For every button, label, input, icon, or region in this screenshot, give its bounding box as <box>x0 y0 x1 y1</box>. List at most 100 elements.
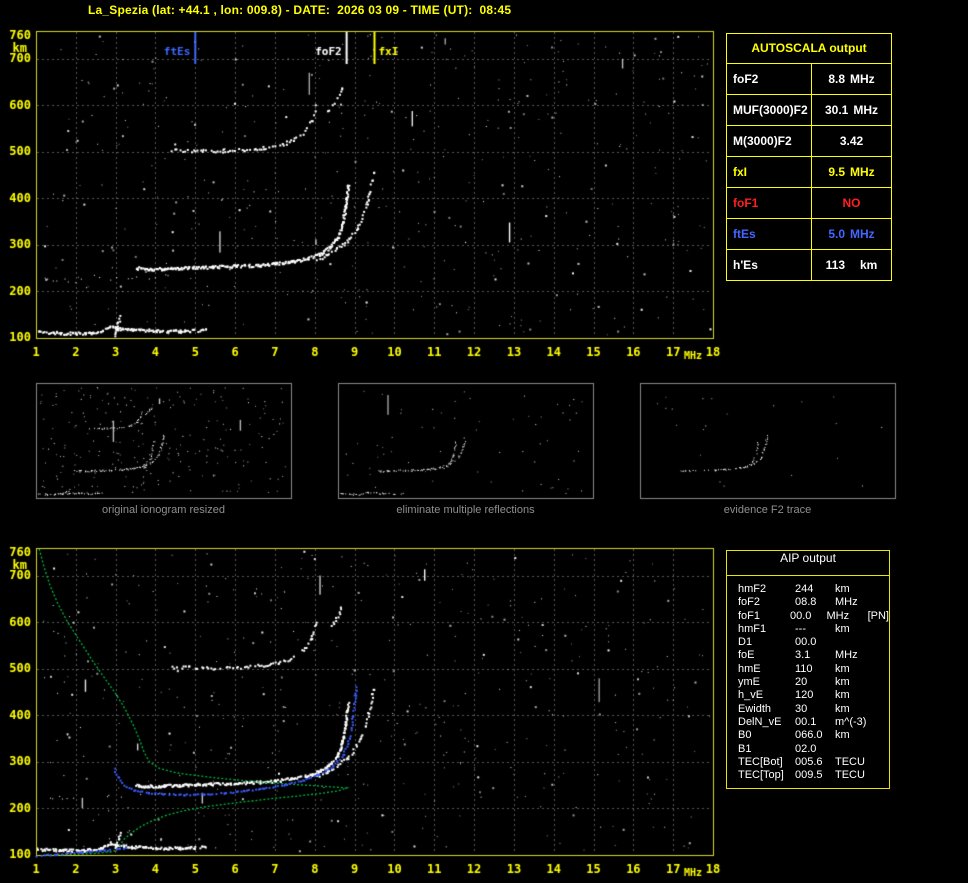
value-unit: MHz <box>853 103 879 117</box>
aip-row-value: 005.6 <box>795 755 823 768</box>
autoscala-row-label: h'Es <box>727 250 812 280</box>
aip-row-unit: km <box>835 676 850 689</box>
autoscala-row: h'Es 113 km <box>727 250 891 280</box>
value-unit: MHz <box>850 227 875 241</box>
aip-row-unit: MHz <box>835 596 858 609</box>
autoscala-row: ftEs 5.0 MHz <box>727 219 891 250</box>
station-header: La_Spezia (lat: +44.1 , lon: 009.8) - DA… <box>88 3 512 17</box>
aip-row: foF1 00.0 MHz [PN] <box>738 610 889 623</box>
aip-row-value: 009.5 <box>795 769 823 782</box>
aip-row-unit: TECU <box>835 769 865 782</box>
value-number: 5.0 <box>828 227 845 241</box>
aip-row: h_vE 120 km <box>738 689 889 702</box>
aip-output-table: AIP output hmF2 244 km foF2 08.8 MHz foF1 00.0 M… <box>726 550 890 789</box>
aip-row-unit: MHz <box>835 649 858 662</box>
aip-row-unit: km <box>835 622 850 635</box>
aip-row-value: 120 <box>795 689 814 702</box>
value-number: 8.8 <box>828 72 845 86</box>
autoscala-row: MUF(3000)F2 30.1 MHz <box>727 95 891 126</box>
aip-row-unit: km <box>835 702 850 715</box>
aip-row-value: --- <box>795 622 806 635</box>
aip-row: hmF1 --- km <box>738 623 889 636</box>
autoscala-row: foF1 NO <box>727 188 891 219</box>
aip-row-value: 00.0 <box>790 609 812 622</box>
aip-row-name: h_vE <box>738 689 764 702</box>
aip-row-name: ymE <box>738 676 760 689</box>
autoscala-output-title: AUTOSCALA output <box>727 34 891 64</box>
autoscala-row: fxI 9.5 MHz <box>727 157 891 188</box>
aip-row-name: hmF2 <box>738 583 767 595</box>
autoscala-row-label: MUF(3000)F2 <box>727 95 812 125</box>
aip-row-unit: km <box>835 729 850 742</box>
value-number: 113 <box>825 258 845 272</box>
aip-row: foF2 08.8 MHz <box>738 596 889 609</box>
aip-row-value: 02.0 <box>795 742 817 755</box>
aip-row: ymE 20 km <box>738 676 889 689</box>
aip-row: Ewidth 30 km <box>738 703 889 716</box>
mini-panel-caption-original: original ionogram resized <box>102 504 225 516</box>
aip-row: B0 066.0 km <box>738 729 889 742</box>
aip-row-unit: TECU <box>835 755 865 768</box>
aip-row-name: Ewidth <box>738 702 772 715</box>
aip-row-value: 3.1 <box>795 649 811 662</box>
mini-panel-caption-eliminate: eliminate multiple reflections <box>396 504 535 516</box>
aip-row-value: 08.8 <box>795 596 817 609</box>
autoscala-row-value: 5.0 MHz <box>812 219 891 249</box>
aip-row-unit: km <box>835 662 850 675</box>
autoscala-output-table: AUTOSCALA output foF2 8.8 MHz MUF(3000)F2 30… <box>726 33 892 281</box>
aip-row-unit: MHz <box>826 609 850 622</box>
aip-row: hmF2 244 km <box>738 583 889 596</box>
autoscala-row-value: 3.42 <box>812 126 891 156</box>
autoscala-row-label: foF1 <box>727 188 812 218</box>
autoscala-row: M(3000)F2 3.42 <box>727 126 891 157</box>
aip-row-unit: km <box>835 689 850 702</box>
aip-row: D1 00.0 <box>738 636 889 649</box>
aip-row-name: TEC[Bot] <box>738 755 783 768</box>
aip-row: TEC[Bot] 005.6 TECU <box>738 756 889 769</box>
value-number: 9.5 <box>828 165 845 179</box>
aip-row-extra: [PN] <box>867 609 889 622</box>
aip-row-value: 20 <box>795 676 808 689</box>
aip-output-title: AIP output <box>727 551 889 576</box>
aip-row-name: B1 <box>738 742 752 755</box>
value-unit: MHz <box>850 72 875 86</box>
aip-row-name: DelN_vE <box>738 715 782 728</box>
value-number: 30.1 <box>824 103 849 117</box>
aip-row-name: hmE <box>738 662 761 675</box>
aip-row-unit <box>835 743 880 756</box>
value-unit: MHz <box>850 165 875 179</box>
autoscala-row-label: fxI <box>727 157 812 187</box>
aip-row: hmE 110 km <box>738 663 889 676</box>
aip-row-name: foE <box>738 649 755 662</box>
aip-row: DelN_vE 00.1 m^(-3) <box>738 716 889 729</box>
aip-row-value: 066.0 <box>795 729 823 742</box>
aip-row-name: TEC[Top] <box>738 769 784 782</box>
aip-row-value: 110 <box>795 662 813 675</box>
aip-row: foE 3.1 MHz <box>738 649 889 662</box>
aip-row-name: B0 <box>738 729 752 742</box>
autoscala-row-value: 113 km <box>812 250 891 280</box>
mini-panel-caption-evidence: evidence F2 trace <box>723 504 812 516</box>
aip-row-value: 00.0 <box>795 636 817 649</box>
autoscala-rows: foF2 8.8 MHz MUF(3000)F2 30.1 MHz M(3000)F2 3.4… <box>727 64 891 280</box>
aip-row-unit: km <box>835 583 850 595</box>
aip-row-value: 30 <box>795 702 808 715</box>
aip-row-unit: m^(-3) <box>835 715 867 728</box>
autoscala-row-label: M(3000)F2 <box>727 126 812 156</box>
value-number: 3.42 <box>839 134 864 148</box>
aip-row-value: 00.1 <box>795 715 817 728</box>
aip-row: TEC[Top] 009.5 TECU <box>738 769 889 782</box>
aip-rows: hmF2 244 km foF2 08.8 MHz foF1 00.0 MHz [PN] hmF1 -… <box>727 576 889 782</box>
autoscala-row: foF2 8.8 MHz <box>727 64 891 95</box>
autoscala-row-label: foF2 <box>727 64 812 94</box>
autoscala-row-value: 9.5 MHz <box>812 157 891 187</box>
value-number: NO <box>842 196 861 210</box>
autoscala-row-label: ftEs <box>727 219 812 249</box>
autoscala-output-screen: { "title": "La_Spezia (lat: +44.1 , lon:… <box>0 0 968 883</box>
aip-row-name: foF1 <box>738 609 761 622</box>
aip-row-value: 244 <box>795 583 814 595</box>
aip-row-name: D1 <box>738 636 753 649</box>
value-unit: km <box>860 258 878 272</box>
autoscala-row-value: 30.1 MHz <box>812 95 891 125</box>
aip-row-name: foF2 <box>738 596 761 609</box>
